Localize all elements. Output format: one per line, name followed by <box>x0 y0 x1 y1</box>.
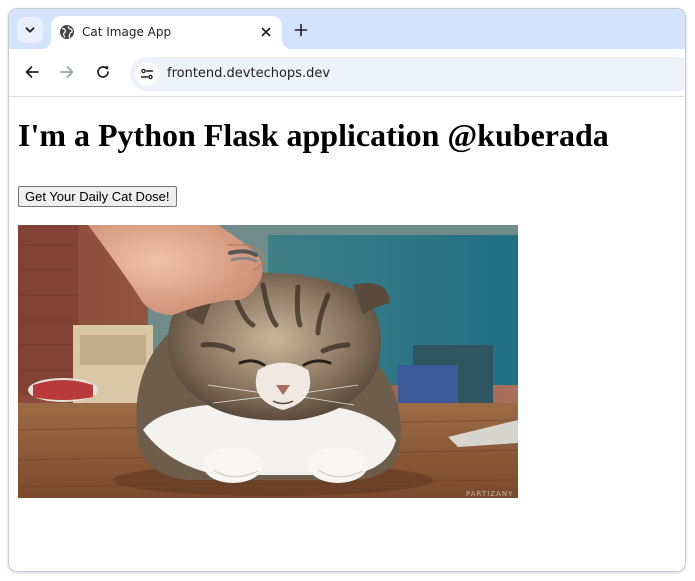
tab-active[interactable]: Cat Image App <box>41 16 292 49</box>
globe-icon <box>59 24 75 40</box>
tab-strip: Cat Image App <box>9 9 685 49</box>
tune-icon <box>140 68 154 80</box>
chevron-down-icon <box>25 27 35 33</box>
plus-icon <box>294 23 308 37</box>
url-text: frontend.devtechops.dev <box>167 66 331 81</box>
browser-window: Cat Image App frontend.devtechops.dev I'… <box>9 9 685 571</box>
reload-button[interactable] <box>94 63 112 81</box>
arrow-right-icon <box>60 66 74 78</box>
tab-search-button[interactable] <box>17 17 43 43</box>
tab-title: Cat Image App <box>82 25 172 39</box>
toolbar: frontend.devtechops.dev <box>9 49 685 97</box>
close-icon[interactable] <box>258 24 274 40</box>
page-title: I'm a Python Flask application @kuberada <box>18 117 609 153</box>
forward-button[interactable] <box>58 63 76 81</box>
arrow-left-icon <box>25 66 39 78</box>
cat-image: PARTIZANY <box>18 225 518 498</box>
reload-icon <box>97 66 109 78</box>
back-button[interactable] <box>23 63 41 81</box>
address-bar[interactable]: frontend.devtechops.dev <box>130 57 685 91</box>
new-tab-button[interactable] <box>291 20 311 40</box>
page-content: I'm a Python Flask application @kuberada… <box>9 97 685 571</box>
watermark-text: PARTIZANY <box>466 490 513 498</box>
site-info-button[interactable] <box>135 62 159 86</box>
get-cat-button[interactable]: Get Your Daily Cat Dose! <box>18 186 177 207</box>
